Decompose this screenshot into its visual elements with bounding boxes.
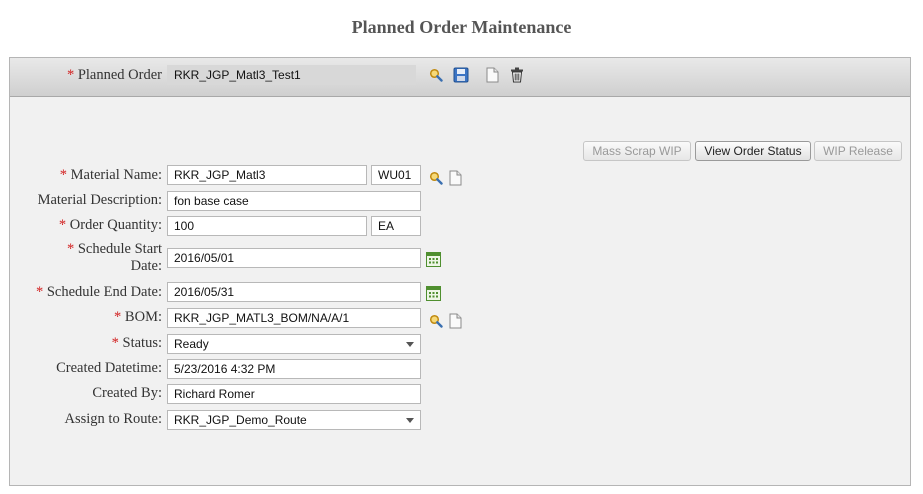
chevron-down-icon [406,342,414,347]
created-by-field: Richard Romer [167,384,421,404]
chevron-down-icon [406,418,414,423]
order-uom-input[interactable]: EA [371,216,421,236]
assign-to-route-label: Assign to Route: [64,411,162,427]
view-order-status-button[interactable]: View Order Status [695,141,811,161]
material-description-input[interactable]: fon base case [167,191,421,211]
page-title: Planned Order Maintenance [351,17,572,37]
assign-to-route-select[interactable]: RKR_JGP_Demo_Route [167,410,421,430]
material-revision-input[interactable]: WU01 [371,165,421,185]
material-description-label: Material Description: [37,192,162,208]
save-icon[interactable] [453,67,469,83]
bom-label: * BOM: [114,309,162,325]
new-document-icon[interactable] [486,67,499,83]
status-select[interactable]: Ready [167,334,421,354]
end-date-calendar-icon[interactable] [426,286,441,301]
material-name-label: * Material Name: [59,167,162,183]
start-date-calendar-icon[interactable] [426,252,441,267]
schedule-end-date-input[interactable]: 2016/05/31 [167,282,421,302]
schedule-start-date-input[interactable]: 2016/05/01 [167,248,421,268]
status-label: * Status: [111,335,162,351]
schedule-start-date-label: * Schedule Start Date: [66,241,162,274]
required-mark: * [66,67,75,83]
search-icon[interactable] [429,68,443,82]
material-name-input[interactable]: RKR_JGP_Matl3 [167,165,367,185]
wip-release-button[interactable]: WIP Release [814,141,902,161]
bom-input[interactable]: RKR_JGP_MATL3_BOM/NA/A/1 [167,308,421,328]
trash-icon[interactable] [510,67,524,83]
created-datetime-label: Created Datetime: [56,360,162,376]
bom-new-icon[interactable] [449,313,462,329]
planned-order-input[interactable]: RKR_JGP_Matl3_Test1 [167,65,416,85]
material-new-icon[interactable] [449,170,462,186]
planned-order-label: * Planned Order [66,67,162,83]
bom-search-icon[interactable] [429,314,443,328]
created-datetime-field: 5/23/2016 4:32 PM [167,359,421,379]
order-quantity-label: * Order Quantity: [58,217,162,233]
created-by-label: Created By: [92,385,162,401]
material-search-icon[interactable] [429,171,443,185]
mass-scrap-wip-button[interactable]: Mass Scrap WIP [583,141,691,161]
order-quantity-input[interactable]: 100 [167,216,367,236]
schedule-end-date-label: * Schedule End Date: [35,284,162,300]
